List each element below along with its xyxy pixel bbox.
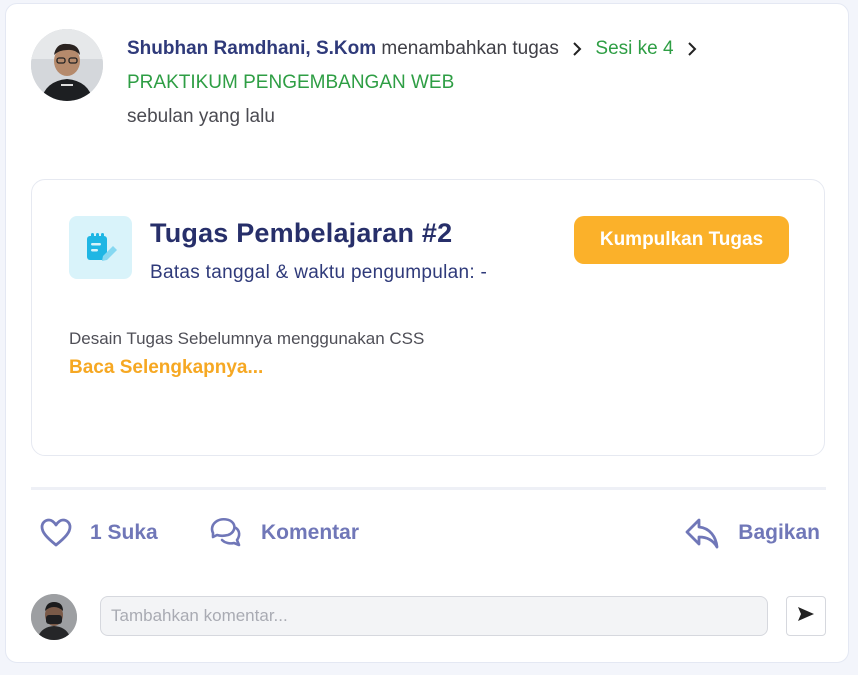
post-header-line: Shubhan Ramdhani, S.Kom menambahkan tuga… [127,34,827,64]
send-comment-button[interactable] [786,596,826,636]
heart-icon [40,518,72,548]
post-card: Shubhan Ramdhani, S.Kom menambahkan tuga… [5,3,849,663]
like-count: 1 Suka [90,521,158,544]
send-icon [797,606,815,627]
share-label: Bagikan [738,521,820,544]
course-link[interactable]: PRAKTIKUM PENGEMBANGAN WEB [127,68,827,98]
post-action-text: menambahkan tugas [381,38,559,59]
comment-row [31,594,826,640]
read-more-link[interactable]: Baca Selengkapnya... [69,357,263,379]
assignment-icon [69,216,132,279]
submit-task-button[interactable]: Kumpulkan Tugas [574,216,789,264]
post-actions: 1 Suka Komentar Bagikan [40,513,820,553]
task-deadline: Batas tanggal & waktu pengumpulan: - [150,262,488,283]
comments-icon [209,517,243,549]
chevron-right-icon [564,34,590,64]
chevron-right-icon [679,34,705,64]
divider [31,487,826,490]
task-description: Desain Tugas Sebelumnya menggunakan CSS [69,329,425,348]
like-button[interactable]: 1 Suka [40,513,158,553]
task-title: Tugas Pembelajaran #2 [150,218,453,248]
post-header: Shubhan Ramdhani, S.Kom menambahkan tuga… [127,34,827,132]
share-button[interactable]: Bagikan [684,513,820,553]
post-timestamp: sebulan yang lalu [127,106,275,127]
author-name[interactable]: Shubhan Ramdhani, S.Kom [127,38,376,59]
user-avatar[interactable] [31,594,77,640]
comment-button[interactable]: Komentar [209,513,359,553]
comment-label: Komentar [261,521,360,544]
reply-share-icon [684,517,720,549]
task-card: Tugas Pembelajaran #2 Batas tanggal & wa… [31,179,825,456]
author-avatar[interactable] [31,29,103,101]
session-link[interactable]: Sesi ke 4 [595,38,673,59]
comment-input[interactable] [100,596,768,636]
